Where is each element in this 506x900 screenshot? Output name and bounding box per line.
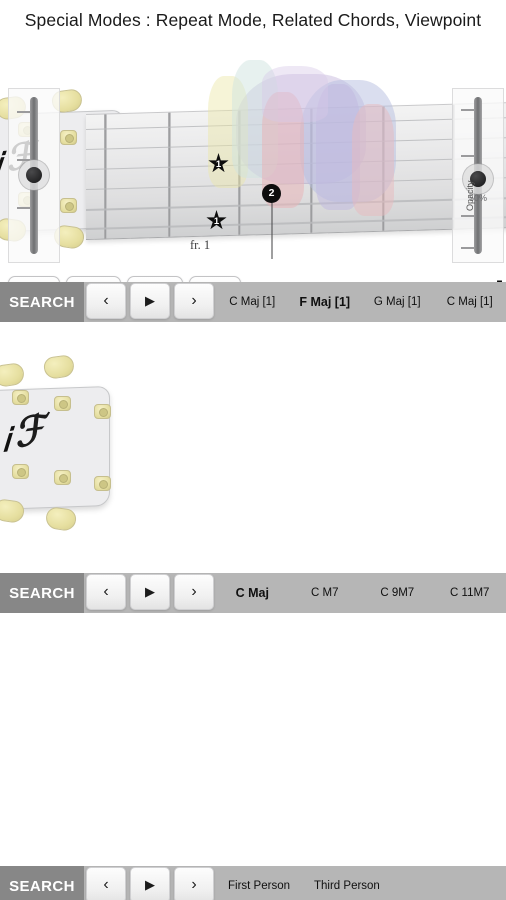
fret-marker[interactable]: 2 — [262, 184, 281, 259]
slider-knob[interactable] — [26, 167, 42, 183]
play-button-1[interactable]: ▶ — [130, 283, 170, 319]
related-chord-item[interactable]: G Maj [1] — [361, 296, 434, 308]
guitar-view-3[interactable]: ℱ 𝑖 — [0, 621, 506, 900]
fret-marker-label: 2 — [268, 187, 275, 200]
viewpoint-option-third-person[interactable]: Third Person — [302, 880, 392, 892]
related-chord-item[interactable]: C Maj [1] — [434, 296, 506, 308]
next-button-2[interactable]: › — [174, 574, 214, 610]
related-chords-list-1: C Maj [1] F Maj [1] G Maj [1] C Maj [1] — [216, 282, 506, 322]
search-label: SEARCH — [9, 584, 75, 602]
opacity-slider-1[interactable]: Opacity 50% — [452, 88, 504, 263]
play-button-2[interactable]: ▶ — [130, 574, 170, 610]
fretboard-1[interactable] — [86, 101, 506, 241]
search-label: SEARCH — [9, 877, 75, 895]
search-label: SEARCH — [9, 293, 75, 311]
page-title: Special Modes : Repeat Mode, Related Cho… — [24, 9, 482, 30]
search-button-1[interactable]: SEARCH — [0, 282, 84, 322]
left-slider-1[interactable] — [8, 88, 60, 263]
panel-separator — [0, 613, 506, 621]
viewpoint-option-first-person[interactable]: First Person — [216, 880, 302, 892]
panel-separator — [0, 322, 506, 330]
brand-logo-2: ℱ — [11, 407, 49, 456]
bottom-bar-3: SEARCH ‹ ▶ › First Person Third Person — [0, 866, 506, 900]
panel-3: ℱ 𝑖 — [0, 621, 506, 900]
next-button-1[interactable]: › — [174, 283, 214, 319]
related-chord-item[interactable]: C 11M7 — [434, 587, 506, 599]
related-chord-item[interactable]: C 9M7 — [361, 587, 434, 599]
related-chord-item[interactable]: C M7 — [289, 587, 362, 599]
related-chord-item[interactable]: C Maj [1] — [216, 296, 289, 308]
search-button-3[interactable]: SEARCH — [0, 866, 84, 900]
related-chords-list-2: C Maj C M7 C 9M7 C 11M7 — [216, 573, 506, 613]
opacity-slider-value: 50% — [468, 193, 488, 203]
fret-position-label: fr. 1 — [190, 238, 211, 252]
prev-button-2[interactable]: ‹ — [86, 574, 126, 610]
related-chord-item[interactable]: F Maj [1] — [289, 295, 362, 309]
search-button-2[interactable]: SEARCH — [0, 573, 84, 613]
guitar-view-2[interactable]: ℱ 𝑖 — [0, 330, 506, 613]
app-screenshot: Special Modes : Repeat Mode, Related Cho… — [0, 0, 506, 900]
play-button-3[interactable]: ▶ — [130, 867, 170, 900]
prev-button-1[interactable]: ‹ — [86, 283, 126, 319]
related-chord-item[interactable]: C Maj — [216, 586, 289, 600]
page-title-bar: Special Modes : Repeat Mode, Related Cho… — [0, 0, 506, 40]
bottom-bar-1: SEARCH ‹ ▶ › C Maj [1] F Maj [1] G Maj [… — [0, 282, 506, 322]
bottom-bar-2: SEARCH ‹ ▶ › C Maj C M7 C 9M7 C 11M7 — [0, 573, 506, 613]
viewpoint-options-3: First Person Third Person — [216, 866, 506, 900]
guitar-view-1[interactable]: ℱ 𝑖 — [0, 40, 506, 322]
panel-1: ℱ 𝑖 — [0, 40, 506, 322]
prev-button-3[interactable]: ‹ — [86, 867, 126, 900]
strings-1 — [86, 103, 506, 239]
next-button-3[interactable]: › — [174, 867, 214, 900]
panel-2: ℱ 𝑖 SEARCH ‹ ▶ › C Maj C M7 C 9M7 C 11M7 — [0, 330, 506, 613]
